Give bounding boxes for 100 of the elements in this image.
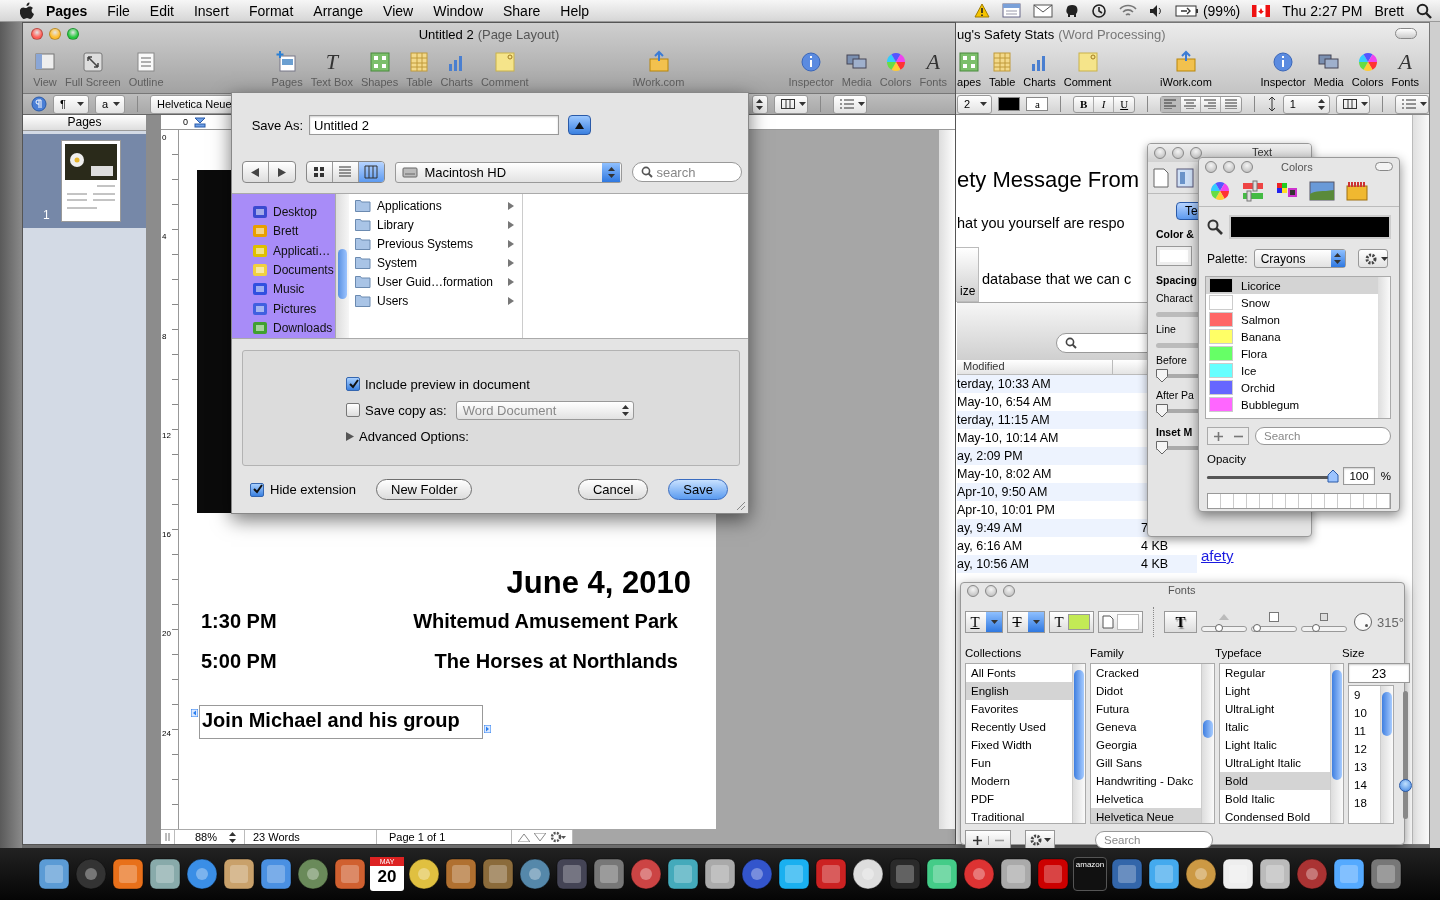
list-item[interactable]: 12: [1349, 740, 1380, 758]
menu-clock[interactable]: Thu 2:27 PM: [1282, 2, 1363, 19]
toolbar-button[interactable]: A Fonts: [1387, 50, 1423, 88]
list-item[interactable]: 9: [1349, 686, 1380, 704]
sidebar-item[interactable]: Music: [232, 279, 335, 300]
search-field[interactable]: search: [632, 162, 742, 182]
menu-item[interactable]: Window: [423, 2, 493, 19]
location-popup[interactable]: Macintosh HD: [395, 161, 623, 183]
menu-item[interactable]: Format: [238, 2, 304, 19]
list-item[interactable]: Fixed Width: [966, 736, 1072, 754]
list-item[interactable]: Regular: [1220, 664, 1330, 682]
toolbar-button[interactable]: T Text Box: [306, 50, 357, 88]
character-style-popup[interactable]: a: [95, 94, 125, 114]
list-item[interactable]: Condensed Bold: [1220, 808, 1330, 823]
color-list-item[interactable]: Licorice: [1206, 277, 1378, 294]
list-item[interactable]: Helvetica: [1091, 790, 1201, 808]
list-item[interactable]: Recently Used: [966, 718, 1072, 736]
toolbar-button[interactable]: Charts: [1019, 50, 1060, 88]
bold-button[interactable]: B: [1074, 96, 1095, 112]
list-item[interactable]: All Fonts: [966, 664, 1072, 682]
strikethrough-popup[interactable]: T: [1007, 611, 1045, 633]
user-menu[interactable]: Brett: [1374, 2, 1404, 19]
sidebar-item[interactable]: Applicati…: [232, 240, 335, 261]
disclosure-label[interactable]: Advanced Options:: [359, 428, 469, 444]
color-list-item[interactable]: Salmon: [1206, 311, 1378, 328]
color-list-item[interactable]: Bubblegum: [1206, 396, 1378, 413]
folder-item[interactable]: System: [349, 253, 522, 272]
menu-item[interactable]: Insert: [183, 2, 239, 19]
color-list-item[interactable]: Orchid: [1206, 379, 1378, 396]
text-style-control[interactable]: B I U: [1073, 95, 1136, 113]
underline-button[interactable]: U: [1114, 96, 1135, 112]
toolbar-button[interactable]: apes: [953, 50, 985, 88]
list-item[interactable]: Fun: [966, 754, 1072, 772]
shadow-button[interactable]: T: [1164, 611, 1198, 633]
dialog-button[interactable]: Save: [668, 479, 728, 500]
zoom-popup[interactable]: 88%: [175, 830, 245, 844]
menu-item[interactable]: View: [373, 2, 424, 19]
list-item[interactable]: Favorites: [966, 700, 1072, 718]
size-field[interactable]: 23: [1348, 663, 1410, 683]
list-item[interactable]: 11: [1349, 722, 1380, 740]
dialog-button[interactable]: New Folder: [376, 479, 473, 500]
app-icon[interactable]: amazon: [1073, 857, 1107, 891]
menu-item[interactable]: Share: [493, 2, 551, 19]
list-item[interactable]: 10: [1349, 704, 1380, 722]
list-item[interactable]: Bold: [1220, 772, 1330, 790]
color-list-item[interactable]: Banana: [1206, 328, 1378, 345]
search-field[interactable]: Search: [1095, 831, 1213, 849]
page-thumbnail-row[interactable]: 1: [23, 134, 146, 228]
list-item[interactable]: English: [966, 682, 1072, 700]
toolbar-button[interactable]: Media: [1309, 50, 1348, 88]
folder-item[interactable]: Previous Systems: [349, 234, 522, 253]
color-list-item[interactable]: Ice: [1206, 362, 1378, 379]
list-item[interactable]: Light Italic: [1220, 736, 1330, 754]
list-item[interactable]: Georgia: [1091, 736, 1201, 754]
list-item[interactable]: Helvetica Neue: [1091, 808, 1201, 823]
search-field[interactable]: Search: [1255, 427, 1391, 445]
list-item[interactable]: Modern: [966, 772, 1072, 790]
filename-field[interactable]: Untitled 2: [309, 115, 559, 135]
list-item[interactable]: Italic: [1220, 718, 1330, 736]
list-item[interactable]: Didot: [1091, 682, 1201, 700]
sidebar-item[interactable]: Brett: [232, 221, 335, 241]
palette-popup[interactable]: Crayons: [1253, 249, 1346, 268]
list-item[interactable]: Traditional: [966, 808, 1072, 823]
text-color-button[interactable]: T: [1049, 611, 1094, 633]
color-list-item[interactable]: Flora: [1206, 345, 1378, 362]
list-item[interactable]: 14: [1349, 776, 1380, 794]
line-spacing-popup[interactable]: 1: [1282, 94, 1331, 114]
highlight-color-swatch[interactable]: a: [1026, 97, 1049, 111]
text-box[interactable]: Join Michael and his group: [199, 705, 483, 739]
toolbar-button[interactable]: iWork.com: [1156, 50, 1216, 88]
menu-item[interactable]: Arrange: [303, 2, 374, 19]
list-item[interactable]: 13: [1349, 758, 1380, 776]
paragraph-style-popup[interactable]: ¶: [53, 94, 89, 114]
list-item[interactable]: Futura: [1091, 700, 1201, 718]
sidebar-item[interactable]: Documents: [232, 260, 335, 280]
opacity-field[interactable]: 100: [1343, 467, 1375, 485]
folder-item[interactable]: Applications: [349, 196, 522, 215]
list-item[interactable]: Bold Italic: [1220, 790, 1330, 808]
menu-item[interactable]: File: [97, 2, 140, 19]
underline-popup[interactable]: T: [965, 611, 1003, 633]
folder-item[interactable]: User Guid…formation: [349, 272, 522, 291]
folder-item[interactable]: Library: [349, 215, 522, 234]
list-item[interactable]: Gill Sans: [1091, 754, 1201, 772]
color-list-item[interactable]: Snow: [1206, 294, 1378, 311]
list-item[interactable]: UltraLight Italic: [1220, 754, 1330, 772]
font-size-popup[interactable]: 2: [957, 94, 993, 114]
sidebar-item[interactable]: Pictures: [232, 299, 335, 319]
link[interactable]: afety: [1201, 547, 1234, 564]
list-item[interactable]: Cracked: [1091, 664, 1201, 682]
sidebar-item[interactable]: Desktop: [232, 202, 335, 222]
app-menu[interactable]: Pages: [36, 2, 98, 19]
list-item[interactable]: Geneva: [1091, 718, 1201, 736]
menu-item[interactable]: Help: [550, 2, 600, 19]
toolbar-button[interactable]: Colors: [1347, 50, 1388, 88]
list-item[interactable]: UltraLight: [1220, 700, 1330, 718]
italic-button[interactable]: I: [1094, 96, 1115, 112]
sidebar-item[interactable]: Downloads: [232, 318, 335, 338]
toolbar-button[interactable]: Comment: [1059, 50, 1116, 88]
toolbar-button[interactable]: A Fonts: [915, 50, 951, 88]
menu-item[interactable]: Edit: [139, 2, 184, 19]
